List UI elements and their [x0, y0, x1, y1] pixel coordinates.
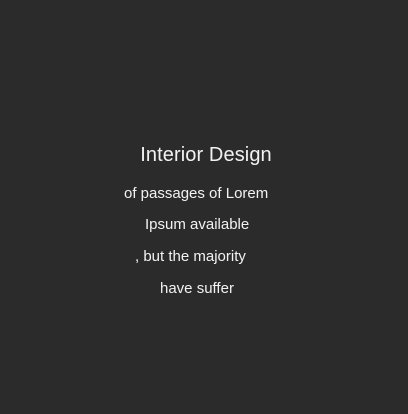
card-text-line-4: have suffer	[160, 280, 234, 297]
card-title: Interior Design	[140, 144, 272, 166]
interior-design-card: Interior Design of passages of Lorem Ips…	[0, 0, 408, 414]
card-text-line-3: , but the majority	[135, 248, 246, 265]
card-text-line-1: of passages of Lorem	[124, 185, 269, 202]
card-text-line-2: Ipsum available	[145, 216, 250, 233]
